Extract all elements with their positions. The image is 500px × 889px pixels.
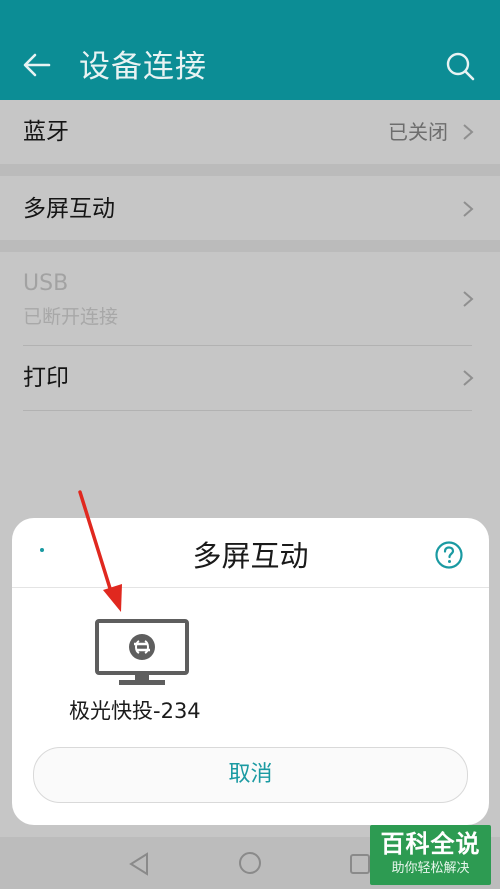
- usb-status: 已断开连接: [23, 306, 119, 328]
- page-title: 设备连接: [79, 49, 207, 85]
- chevron-right-icon: [463, 124, 474, 140]
- chevron-right-icon: [463, 201, 474, 217]
- multiscreen-label: 多屏互动: [23, 196, 115, 222]
- bluetooth-row[interactable]: 蓝牙 已关闭: [0, 100, 500, 164]
- device-name: 极光快投-234: [69, 699, 201, 723]
- watermark-title: 百科全说: [380, 830, 481, 858]
- row-divider: [23, 410, 472, 411]
- tv-monitor-icon: [95, 619, 189, 685]
- help-icon[interactable]: [434, 540, 464, 570]
- print-label: 打印: [23, 365, 69, 391]
- nav-recent-icon[interactable]: [349, 853, 371, 875]
- bluetooth-status: 已关闭: [388, 120, 448, 144]
- chevron-right-icon: [463, 291, 474, 307]
- cancel-button[interactable]: 取消: [33, 747, 468, 803]
- back-arrow-icon[interactable]: [22, 50, 52, 80]
- nav-back-icon[interactable]: [127, 851, 151, 877]
- section-gap: [0, 164, 500, 176]
- print-row[interactable]: 打印: [0, 346, 500, 410]
- nav-home-icon[interactable]: [238, 851, 262, 875]
- watermark-subtitle: 助你轻松解决: [391, 861, 470, 876]
- search-icon[interactable]: [444, 50, 476, 82]
- multiscreen-row[interactable]: 多屏互动: [0, 176, 500, 240]
- multiscreen-dialog: 多屏互动 极光快投-234 取消: [12, 518, 489, 825]
- section-gap: [0, 240, 500, 252]
- watermark-logo: 百科全说 助你轻松解决: [370, 825, 491, 885]
- chevron-right-icon: [463, 370, 474, 386]
- dialog-divider: [12, 587, 489, 588]
- app-header: 设备连接: [0, 0, 500, 100]
- usb-row[interactable]: USB 已断开连接: [0, 252, 500, 345]
- usb-label: USB: [23, 271, 69, 296]
- dialog-title: 多屏互动: [192, 539, 309, 573]
- bluetooth-label: 蓝牙: [23, 119, 69, 145]
